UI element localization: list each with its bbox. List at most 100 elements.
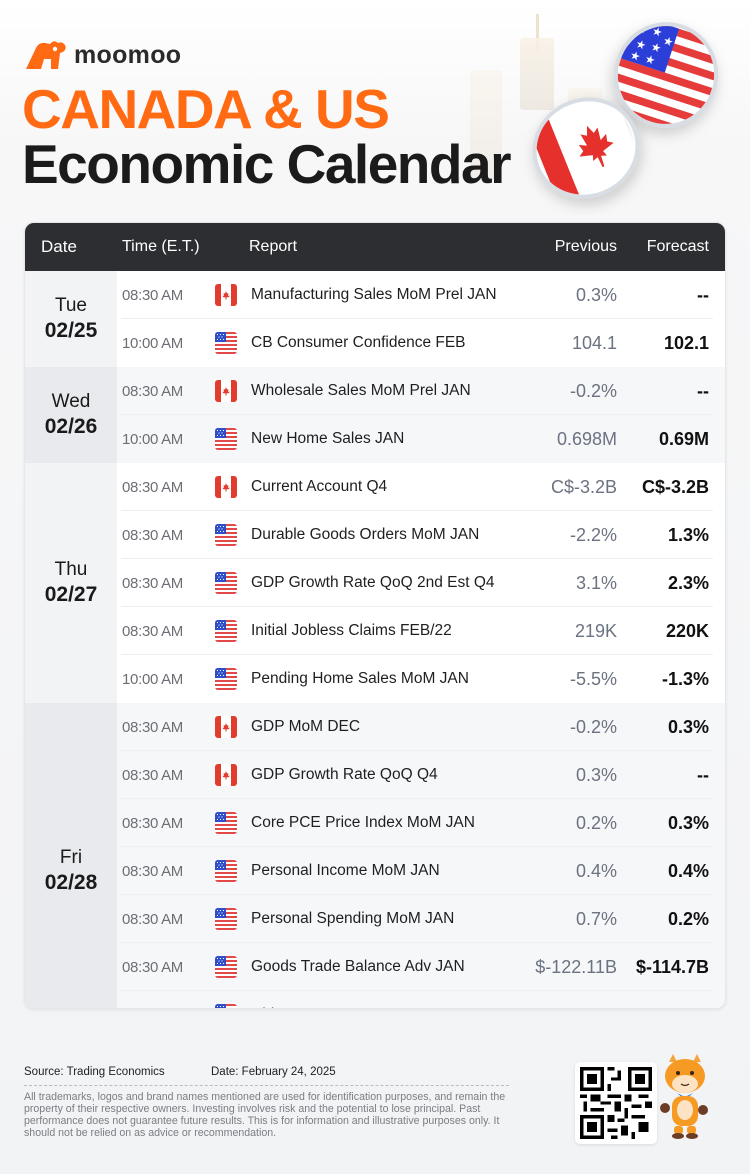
- forecast-value: 102.1: [663, 332, 709, 353]
- event-rows: 08:30 AM Manufacturing Sales MoM Prel JAN…: [117, 271, 725, 367]
- table-row[interactable]: 09:45 AM Chicago PMI FEB 39.5 40.3: [117, 991, 725, 1009]
- previous-value: 104.1: [571, 332, 617, 353]
- table-header: Date Time (E.T.) Report Previous Forecas…: [25, 223, 725, 271]
- previous-value: -0.2%: [569, 380, 617, 401]
- previous-value: -5.5%: [569, 668, 617, 689]
- column-header-forecast: Forecast: [646, 238, 709, 255]
- event-time: 10:00 AM: [122, 430, 183, 448]
- forecast-value: C$-3.2B: [641, 476, 709, 497]
- previous-value: 0.2%: [575, 812, 617, 833]
- forecast-value: $-114.7B: [635, 956, 709, 977]
- disclaimer-text: All trademarks, logos and brand names me…: [24, 1091, 506, 1139]
- event-time: 09:45 AM: [122, 1007, 183, 1009]
- moomoo-logo: moomoo: [24, 40, 181, 70]
- table-row[interactable]: 10:00 AM Pending Home Sales MoM JAN -5.5% -…: [117, 655, 725, 703]
- decor-candle: [520, 38, 554, 110]
- event-time: 08:30 AM: [122, 286, 183, 304]
- forecast-value: 40.3: [674, 1005, 709, 1009]
- footer-divider: [24, 1085, 509, 1086]
- calendar-date: 02/27: [44, 582, 98, 606]
- previous-value: 0.698M: [556, 428, 617, 449]
- forecast-value: 0.3%: [667, 812, 709, 833]
- column-header-date: Date: [41, 237, 77, 256]
- moomoo-mascot-icon: [655, 1052, 715, 1142]
- date-cell: Fri 02/28: [25, 703, 117, 1008]
- forecast-value: --: [697, 764, 709, 785]
- previous-value: 0.3%: [575, 764, 617, 785]
- report-name: Personal Income MoM JAN: [251, 862, 440, 879]
- report-name: New Home Sales JAN: [251, 430, 405, 447]
- date-cell: Wed 02/26: [25, 367, 117, 463]
- day-group: Fri 02/28 08:30 AM GDP MoM DEC -0.2% 0.3% 08:3…: [25, 703, 725, 1009]
- forecast-value: 2.3%: [667, 572, 709, 593]
- forecast-value: --: [697, 284, 709, 305]
- table-row[interactable]: 08:30 AM Personal Spending MoM JAN 0.7% 0.2…: [117, 895, 725, 943]
- day-group: Thu 02/27 08:30 AM Current Account Q4 C$-3.2…: [25, 463, 725, 703]
- forecast-value: -1.3%: [661, 668, 709, 689]
- us-flag-icon: [215, 620, 237, 642]
- previous-value: C$-3.2B: [550, 476, 617, 497]
- day-group: Wed 02/26 08:30 AM Wholesale Sales MoM Prel…: [25, 367, 725, 463]
- brand-name: moomoo: [74, 40, 182, 69]
- previous-value: 39.5: [582, 1005, 617, 1009]
- table-row[interactable]: 10:00 AM New Home Sales JAN 0.698M 0.69M: [117, 415, 725, 463]
- table-row[interactable]: 08:30 AM Manufacturing Sales MoM Prel JAN…: [117, 271, 725, 319]
- day-of-week: Thu: [54, 559, 88, 580]
- forecast-value: 1.3%: [667, 524, 709, 545]
- event-time: 08:30 AM: [122, 574, 183, 592]
- canada-flag-icon: [215, 716, 237, 738]
- forecast-value: 0.69M: [658, 428, 709, 449]
- title-countries: CANADA & US: [22, 78, 390, 140]
- table-body: Tue 02/25 08:30 AM Manufacturing Sales MoM …: [25, 271, 725, 1009]
- publish-date: Date: February 24, 2025: [211, 1066, 336, 1078]
- us-flag-icon: [215, 428, 237, 450]
- previous-value: -2.2%: [569, 524, 617, 545]
- event-time: 08:30 AM: [122, 478, 183, 496]
- us-flag-icon: [215, 572, 237, 594]
- event-time: 08:30 AM: [122, 622, 183, 640]
- day-of-week: Tue: [54, 295, 88, 316]
- table-row[interactable]: 08:30 AM Personal Income MoM JAN 0.4% 0.4%: [117, 847, 725, 895]
- canada-flag-icon: [215, 764, 237, 786]
- table-row[interactable]: 08:30 AM Core PCE Price Index MoM JAN 0.2%…: [117, 799, 725, 847]
- report-name: GDP Growth Rate QoQ Q4: [251, 766, 438, 783]
- column-header-report: Report: [249, 238, 298, 255]
- source-label: Source: Trading Economics: [24, 1066, 165, 1078]
- qr-code[interactable]: [575, 1062, 657, 1144]
- canada-flag-icon: [215, 284, 237, 306]
- forecast-value: 0.2%: [667, 908, 709, 929]
- table-row[interactable]: 08:30 AM Wholesale Sales MoM Prel JAN -0.2…: [117, 367, 725, 415]
- event-time: 08:30 AM: [122, 958, 183, 976]
- event-time: 08:30 AM: [122, 382, 183, 400]
- table-row[interactable]: 08:30 AM GDP Growth Rate QoQ Q4 0.3% --: [117, 751, 725, 799]
- report-name: Durable Goods Orders MoM JAN: [251, 526, 480, 543]
- table-row[interactable]: 08:30 AM Goods Trade Balance Adv JAN $-122…: [117, 943, 725, 991]
- table-row[interactable]: 08:30 AM Durable Goods Orders MoM JAN -2.2…: [117, 511, 725, 559]
- us-flag-icon: [215, 332, 237, 354]
- table-row[interactable]: 08:30 AM Current Account Q4 C$-3.2B C$-3.2B: [117, 463, 725, 511]
- date-cell: Thu 02/27: [25, 463, 117, 703]
- report-name: Chicago PMI FEB: [251, 1006, 374, 1008]
- report-name: Wholesale Sales MoM Prel JAN: [251, 382, 471, 399]
- previous-value: 219K: [574, 620, 617, 641]
- event-time: 08:30 AM: [122, 526, 183, 544]
- us-flag-icon: [215, 668, 237, 690]
- event-time: 08:30 AM: [122, 814, 183, 832]
- table-row[interactable]: 08:30 AM GDP Growth Rate QoQ 2nd Est Q4 3.…: [117, 559, 725, 607]
- column-header-previous: Previous: [554, 238, 617, 255]
- event-rows: 08:30 AM Current Account Q4 C$-3.2B C$-3.2B…: [117, 463, 725, 703]
- report-name: Initial Jobless Claims FEB/22: [251, 622, 452, 639]
- table-row[interactable]: 08:30 AM Initial Jobless Claims FEB/22 219…: [117, 607, 725, 655]
- moomoo-bull-icon: [26, 41, 66, 69]
- report-name: Current Account Q4: [251, 478, 388, 495]
- event-rows: 08:30 AM Wholesale Sales MoM Prel JAN -0.2…: [117, 367, 725, 463]
- report-name: GDP MoM DEC: [251, 718, 361, 735]
- us-flag-icon: [215, 524, 237, 546]
- table-row[interactable]: 08:30 AM GDP MoM DEC -0.2% 0.3%: [117, 703, 725, 751]
- us-flag-icon: [215, 1004, 237, 1008]
- previous-value: 0.4%: [575, 860, 617, 881]
- table-row[interactable]: 10:00 AM CB Consumer Confidence FEB 104.1 1…: [117, 319, 725, 367]
- canada-flag-icon: [215, 476, 237, 498]
- report-name: Personal Spending MoM JAN: [251, 910, 455, 927]
- forecast-value: --: [697, 380, 709, 401]
